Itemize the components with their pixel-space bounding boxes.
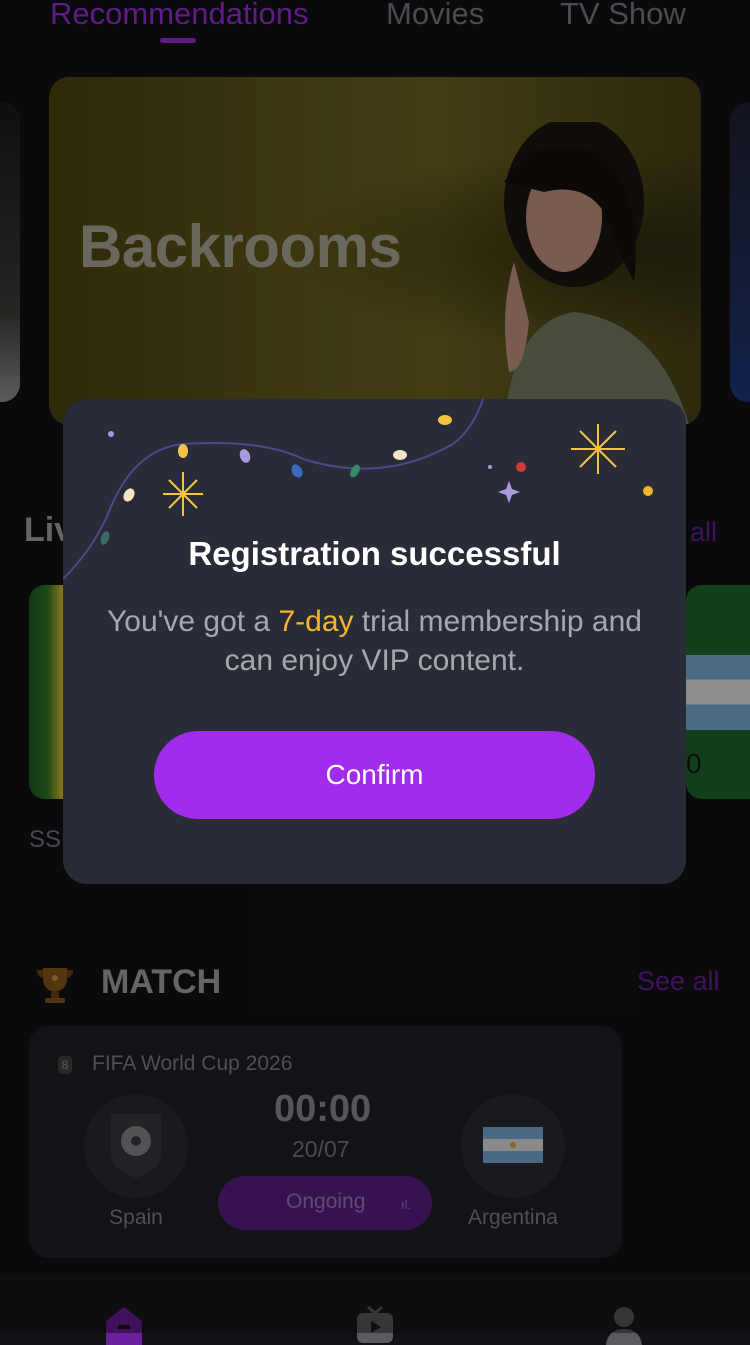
dialog-message-prefix: You've got a (107, 605, 279, 638)
firework-icon (163, 472, 203, 516)
firework-icon-2 (571, 424, 625, 474)
registration-success-dialog: Registration successful You've got a 7-d… (63, 399, 686, 884)
confirm-button[interactable]: Confirm (154, 731, 595, 819)
dialog-title: Registration successful (188, 535, 561, 572)
dialog-message: You've got a 7-day trial membership and … (83, 602, 666, 680)
trial-duration-highlight: 7-day (278, 605, 354, 638)
